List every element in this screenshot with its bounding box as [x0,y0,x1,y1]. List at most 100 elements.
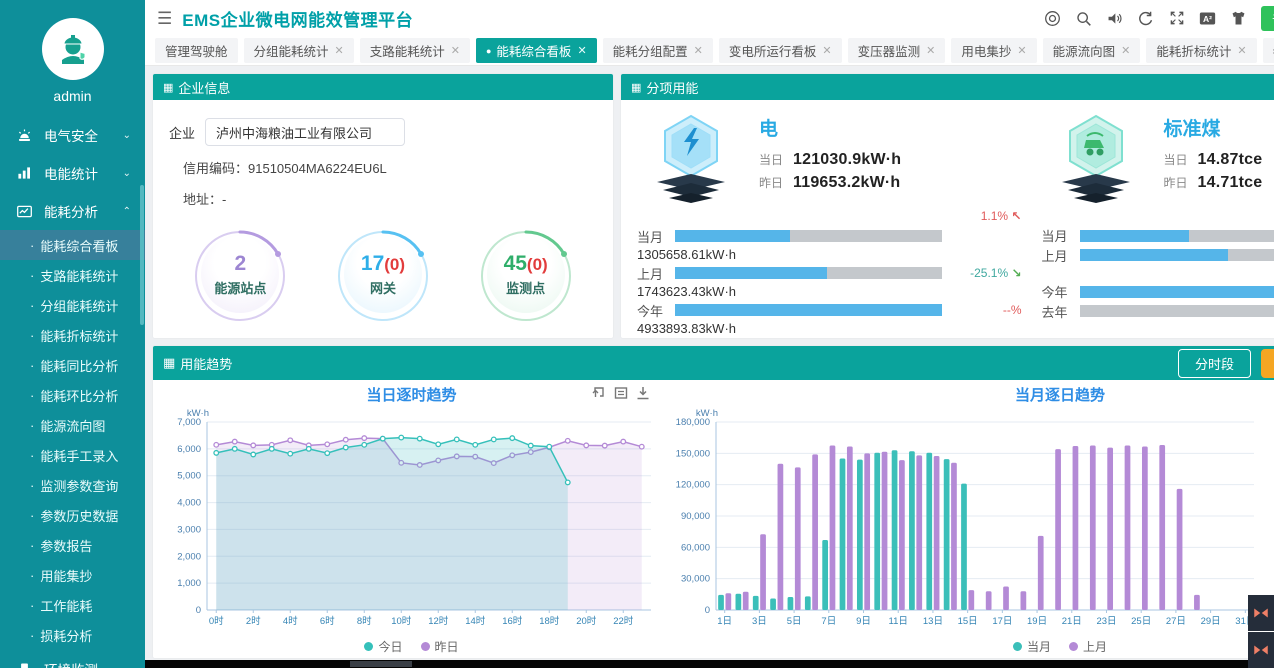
energy-panel-title: 分项用能 [646,78,698,97]
theme-icon[interactable] [1230,9,1248,27]
svg-text:13日: 13日 [923,616,943,627]
svg-text:5,000: 5,000 [177,471,201,482]
sidebar-group-电能统计[interactable]: 电能统计⌄ [0,154,145,192]
sidebar-item-label: 能耗折标统计 [40,326,118,345]
tab-close-icon[interactable]: ✕ [1121,44,1130,57]
legend-item-今日[interactable]: 今日 [364,638,402,655]
record-icon[interactable] [1044,9,1062,27]
toolbox-download-icon[interactable] [636,386,650,400]
line-chart-svg[interactable]: 01,0002,0003,0004,0005,0006,0007,000kW·h… [159,404,659,636]
svg-text:2,000: 2,000 [177,551,201,562]
energy-type-title: 标准煤 [1164,114,1263,141]
tab-能耗综合看板[interactable]: ●能耗综合看板✕ [476,38,597,63]
energy-bar-row-上月: 上月-25.1% ↘ [637,263,1022,283]
sidebar-item-损耗分析[interactable]: ·损耗分析 [0,620,145,650]
svg-text:0时: 0时 [209,615,224,627]
legend-item-昨日[interactable]: 昨日 [421,638,459,655]
stat-number-row: 2 [234,252,246,276]
collapse-button[interactable] [1248,632,1274,668]
time-period-button[interactable]: 分时段 [1178,349,1251,378]
sidebar-item-能耗手工录入[interactable]: ·能耗手工录入 [0,440,145,470]
legend-item-上月[interactable]: 上月 [1069,638,1107,655]
sidebar-item-能耗折标统计[interactable]: ·能耗折标统计 [0,320,145,350]
hamburger-menu-icon[interactable]: ☰ [157,10,172,27]
svg-text:1,000: 1,000 [177,578,201,589]
stat-circle-监测点: 45(0)监测点 [476,222,576,326]
tab-参数报告[interactable]: 参数报告✕ [1263,38,1274,63]
tab-close-icon[interactable]: ✕ [335,44,344,57]
sidebar-item-能耗环比分析[interactable]: ·能耗环比分析 [0,380,145,410]
bar-track [675,230,942,242]
sidebar-item-参数历史数据[interactable]: ·参数历史数据 [0,500,145,530]
sidebar-item-监测参数查询[interactable]: ·监测参数查询 [0,470,145,500]
tab-close-icon[interactable]: ✕ [1017,44,1026,57]
bar-trend: -25.1% ↘ [1042,265,1274,282]
tab-close-icon[interactable]: ✕ [1237,44,1246,57]
tab-close-icon[interactable]: ✕ [451,44,460,57]
svg-text:4时: 4时 [283,615,298,627]
collapse-button[interactable] [1248,595,1274,631]
coal-hexagon-icon [1042,110,1150,209]
tab-变压器监测[interactable]: 变压器监测✕ [848,38,946,63]
sidebar-item-能耗综合看板[interactable]: ·能耗综合看板 [0,230,145,260]
tab-管理驾驶舱[interactable]: 管理驾驶舱 [155,38,238,63]
bar-track [1080,249,1274,261]
volume-icon[interactable] [1106,9,1124,27]
panel-icon: ▦ [163,81,173,94]
sidebar-item-支路能耗统计[interactable]: ·支路能耗统计 [0,260,145,290]
svg-text:60,000: 60,000 [681,542,710,553]
sidebar-item-能源流向图[interactable]: ·能源流向图 [0,410,145,440]
company-input[interactable] [205,118,405,146]
tab-变电所运行看板[interactable]: 变电所运行看板 ✕ [719,38,842,63]
horizontal-scrollbar[interactable] [145,660,1274,668]
sidebar-item-分组能耗统计[interactable]: ·分组能耗统计 [0,290,145,320]
sidebar-item-label: 能耗综合看板 [40,236,118,255]
sidebar-scrollbar[interactable] [140,185,144,325]
bullet-dot: · [30,538,34,553]
tab-close-icon[interactable]: ✕ [926,44,935,57]
toolbox-restore-icon[interactable] [592,386,606,400]
horizontal-scrollbar-thumb[interactable] [350,661,412,667]
sidebar-item-参数报告[interactable]: · 参数报告 [0,530,145,560]
tab-支路能耗统计[interactable]: 支路能耗统计✕ [360,38,470,63]
top-trend-percent: 1.1 ↖ [1042,209,1274,226]
sidebar-group-环境监测[interactable]: 环境监测⌄ [0,650,145,668]
bar-track [1080,286,1274,298]
font-size-icon[interactable]: A² [1199,9,1217,27]
bar-track [1080,305,1274,317]
tab-close-icon[interactable]: ✕ [694,44,703,57]
energy-bar-row-去年: 去年0.00tce [1042,302,1274,322]
stat-extra-value: (0) [527,255,548,274]
toolbox-dataview-icon[interactable] [614,386,628,400]
svg-text:25日: 25日 [1131,616,1151,627]
tab-close-icon[interactable]: ✕ [822,44,831,57]
normal-alarm-button[interactable]: 普通 [1261,6,1274,31]
energy-daily-row: 当日121030.9kW·h [759,151,901,169]
total-energy-button[interactable]: 总用能 [1261,349,1274,378]
svg-text:0: 0 [705,605,710,616]
fullscreen-icon[interactable] [1168,9,1186,27]
avatar[interactable] [42,18,104,80]
svg-text:2时: 2时 [246,615,261,627]
credit-code-line: 信用编码：91510504MA6224EU6L [183,158,597,177]
tab-能耗分组配置[interactable]: 能耗分组配置✕ [603,38,713,63]
tab-能源流向图[interactable]: 能源流向图✕ [1043,38,1141,63]
sidebar-item-工作能耗[interactable]: ·工作能耗 [0,590,145,620]
sidebar-item-能耗同比分析[interactable]: ·能耗同比分析 [0,350,145,380]
search-icon[interactable] [1075,9,1093,27]
bar-chart-svg[interactable]: 030,00060,00090,000120,000150,000180,000… [664,404,1262,636]
tab-分组能耗统计[interactable]: 分组能耗统计✕ [244,38,354,63]
legend-item-当月[interactable]: 当月 [1013,638,1051,655]
sidebar-item-用能集抄[interactable]: ·用能集抄 [0,560,145,590]
sidebar-group-能耗分析[interactable]: 能耗分析⌃ [0,192,145,230]
bar-trend: --% [950,303,1022,317]
tab-label: 变电所运行看板 [729,41,817,60]
sidebar-item-label: 参数报告 [40,536,92,555]
bar-label: 去年 [1042,302,1072,321]
tab-能耗折标统计[interactable]: 能耗折标统计✕ [1146,38,1256,63]
tab-close-icon[interactable]: ✕ [577,44,586,57]
sidebar-group-电气安全[interactable]: 电气安全⌄ [0,116,145,154]
refresh-icon[interactable] [1137,9,1155,27]
sidebar-group-label: 电气安全 [44,125,98,145]
tab-用电集抄[interactable]: 用电集抄✕ [951,38,1036,63]
